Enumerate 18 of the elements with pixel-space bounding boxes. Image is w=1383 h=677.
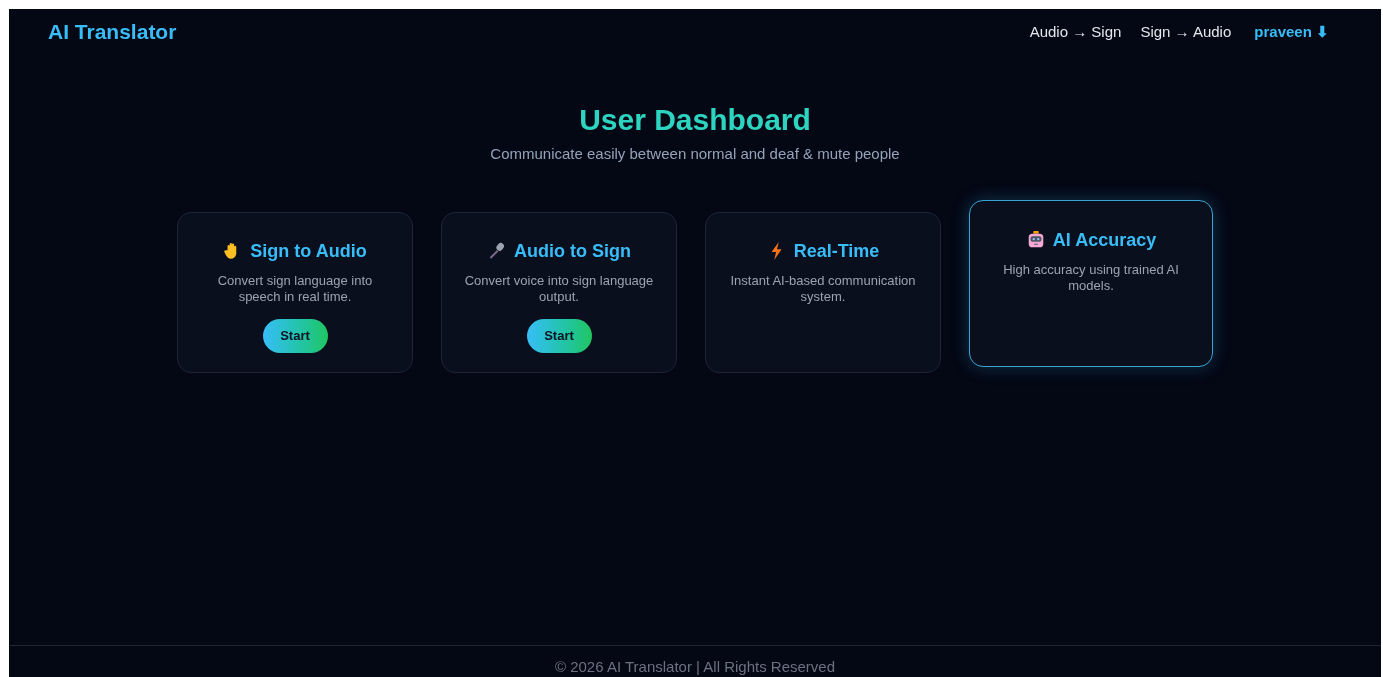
card-title: Sign to Audio bbox=[250, 239, 367, 263]
card-description: Instant AI-based communication system. bbox=[729, 272, 917, 305]
card-title: AI Accuracy bbox=[1052, 228, 1157, 252]
card-description: Convert sign language into speech in real time. bbox=[216, 272, 374, 305]
user-menu[interactable]: praveen ⬇ bbox=[1254, 20, 1329, 44]
page-subtitle: Communicate easily between normal and deaf & mute people bbox=[490, 144, 900, 164]
card-title: Real-Time bbox=[793, 239, 880, 263]
card-description: High accuracy using trained AI models. bbox=[1002, 261, 1180, 294]
nav-link[interactable]: Sign → Audio bbox=[1140, 20, 1232, 44]
microphone-icon bbox=[487, 241, 507, 261]
nav-link[interactable]: Audio → Sign bbox=[1029, 20, 1122, 44]
start-button[interactable]: Start bbox=[262, 318, 328, 353]
start-button[interactable]: Start bbox=[526, 318, 592, 353]
page-title: User Dashboard bbox=[579, 102, 811, 138]
card-description: Convert voice into sign language output. bbox=[463, 272, 655, 305]
brand-logo: AI Translator bbox=[48, 19, 177, 46]
footer-text: © 2026 AI Translator | All Rights Reserved bbox=[554, 657, 836, 677]
card-title: Audio to Sign bbox=[514, 239, 631, 263]
